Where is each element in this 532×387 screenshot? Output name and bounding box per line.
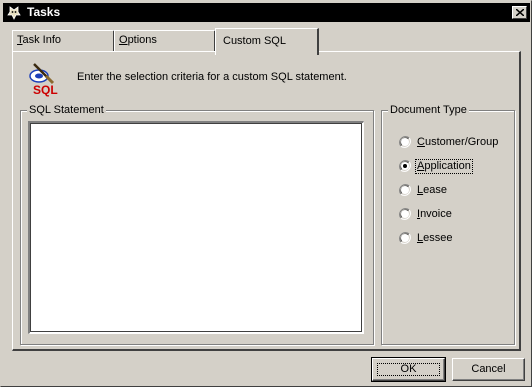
radio-button-icon [399,136,411,148]
document-type-label: Document Type [388,104,469,117]
sql-statement-input[interactable] [28,121,364,334]
radio-customer-group-label: Customer/Group [417,135,499,148]
tab-task-info-label: ask Info [22,34,62,46]
tab-custom-sql-label: Custom SQL [223,35,286,47]
document-type-group: Document Type Customer/Group Application… [381,104,515,345]
cancel-button-label: Cancel [471,363,506,375]
cancel-button[interactable]: Cancel [452,358,525,381]
tasks-dialog: Tasks Task Info Options Custom SQL SQL E… [0,0,532,387]
radio-invoice[interactable]: Invoice [399,207,453,221]
close-icon [515,9,524,16]
radio-button-icon [399,208,411,220]
close-button[interactable] [512,6,527,19]
tab-options-label: ptions [127,34,157,46]
radio-lessee[interactable]: Lessee [399,231,453,245]
radio-application[interactable]: Application [399,158,473,174]
svg-text:SQL: SQL [33,83,58,97]
radio-lease-label: Lease [417,183,447,196]
tab-options[interactable]: Options [114,30,216,52]
ok-button[interactable]: OK [371,357,446,382]
radio-button-icon [399,232,411,244]
instruction-text: Enter the selection criteria for a custo… [77,71,347,83]
tab-custom-sql[interactable]: Custom SQL [215,28,319,55]
tab-options-mnemonic: O [119,34,128,46]
radio-application-label: Application [415,158,473,174]
window-title: Tasks [27,5,61,19]
sql-statement-group: SQL Statement [20,104,374,345]
radio-button-selected-icon [399,160,411,172]
app-logo-icon [6,5,22,21]
title-bar[interactable]: Tasks [3,3,530,22]
sql-icon: SQL [29,63,58,97]
radio-button-icon [399,184,411,196]
radio-customer-group[interactable]: Customer/Group [399,135,499,149]
radio-invoice-label: Invoice [417,207,452,220]
radio-lessee-label: Lessee [417,231,453,244]
tab-task-info[interactable]: Task Info [12,30,115,52]
custom-sql-panel: SQL Enter the selection criteria for a c… [12,51,521,351]
ok-button-label: OK [400,363,417,375]
radio-lease[interactable]: Lease [399,183,448,197]
sql-statement-label: SQL Statement [27,104,106,117]
